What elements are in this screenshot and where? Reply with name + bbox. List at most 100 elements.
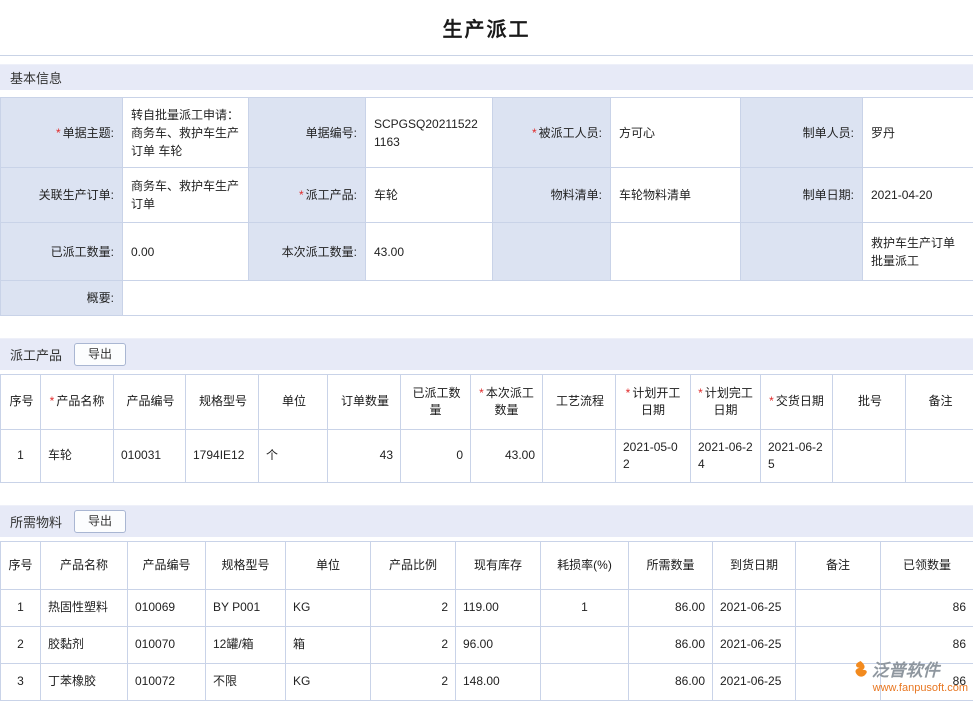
cell-batch	[833, 430, 906, 483]
cell-dispatched-qty: 0	[401, 430, 471, 483]
basic-info-row-2: 关联生产订单: 商务车、救护车生产订单 *派工产品: 车轮 物料清单: 车轮物料…	[1, 168, 973, 223]
cell-spec: 12罐/箱	[206, 627, 286, 664]
cell-stock: 96.00	[456, 627, 541, 664]
cell-product-code: 010072	[128, 664, 206, 701]
creator-label: 制单人员:	[741, 98, 863, 168]
dispatch-products-export-button[interactable]: 导出	[74, 343, 126, 365]
col-unit: 单位	[259, 375, 328, 430]
basic-info-section-header: 基本信息	[0, 64, 973, 90]
bom-value: 车轮物料清单	[611, 168, 741, 223]
cell-product-code: 010070	[128, 627, 206, 664]
cell-product-name: 丁苯橡胶	[41, 664, 128, 701]
col-process: 工艺流程	[543, 375, 616, 430]
col-label: 规格型号	[199, 394, 247, 408]
col-seq: 序号	[1, 375, 41, 430]
cell-unit: KG	[286, 664, 371, 701]
col-spec: 规格型号	[206, 542, 286, 590]
col-label: 已派工数量	[412, 386, 460, 417]
assignee-value: 方可心	[611, 98, 741, 168]
cell-received-qty: 86	[881, 590, 973, 627]
cell-required-qty: 86.00	[629, 664, 713, 701]
col-current-qty: *本次派工数量	[471, 375, 543, 430]
cell-stock: 119.00	[456, 590, 541, 627]
creator-value: 罗丹	[863, 98, 973, 168]
summary-value	[123, 281, 973, 316]
watermark-url: www.fanpusoft.com	[873, 682, 968, 694]
production-dispatch-page: 生产派工 基本信息 * 单据主题: 转自批量派工申请：商务车、救护车生产订单 车轮…	[0, 0, 973, 710]
col-stock: 现有库存	[456, 542, 541, 590]
basic-info-title: 基本信息	[10, 68, 62, 87]
cell-ratio: 2	[371, 590, 456, 627]
dispatched-qty-value: 0.00	[123, 223, 249, 281]
cell-seq: 1	[1, 590, 41, 627]
product-value: 车轮	[366, 168, 493, 223]
cell-plan-start: 2021-05-02	[616, 430, 691, 483]
col-spec: 规格型号	[186, 375, 259, 430]
empty-label-cell	[741, 223, 863, 281]
col-arrival-date: 到货日期	[713, 542, 796, 590]
current-qty-value: 43.00	[366, 223, 493, 281]
cell-product-code: 010031	[114, 430, 186, 483]
cell-loss-rate: 1	[541, 590, 629, 627]
create-date-value: 2021-04-20	[863, 168, 973, 223]
col-plan-end: *计划完工日期	[691, 375, 761, 430]
basic-info-table: * 单据主题: 转自批量派工申请：商务车、救护车生产订单 车轮 单据编号: SCP…	[0, 97, 973, 316]
fanpu-logo-icon	[851, 660, 870, 682]
material-row: 1 热固性塑料 010069 BY P001 KG 2 119.00 1 86.…	[1, 590, 973, 627]
cell-ratio: 2	[371, 664, 456, 701]
col-seq: 序号	[1, 542, 41, 590]
materials-header-row: 序号 产品名称 产品编号 规格型号 单位 产品比例 现有库存 耗损率(%) 所需…	[1, 542, 973, 590]
col-label: 本次派工数量	[486, 386, 534, 417]
current-qty-label: 本次派工数量:	[249, 223, 366, 281]
cell-spec: 1794IE12	[186, 430, 259, 483]
cell-current-qty: 43.00	[471, 430, 543, 483]
col-batch: 批号	[833, 375, 906, 430]
related-order-value: 商务车、救护车生产订单	[123, 168, 249, 223]
cell-plan-end: 2021-06-24	[691, 430, 761, 483]
cell-product-name: 热固性塑料	[41, 590, 128, 627]
col-label: 计划开工日期	[632, 386, 680, 417]
materials-export-button[interactable]: 导出	[74, 510, 126, 532]
basic-info-row-4: 概要:	[1, 281, 973, 316]
cell-order-qty: 43	[328, 430, 401, 483]
subject-value: 转自批量派工申请：商务车、救护车生产订单 车轮	[123, 98, 249, 168]
material-row: 2 胶黏剂 010070 12罐/箱 箱 2 96.00 86.00 2021-…	[1, 627, 973, 664]
cell-remark	[796, 590, 881, 627]
vendor-watermark: 泛普软件 www.fanpusoft.com	[851, 660, 968, 694]
cell-remark	[796, 627, 881, 664]
cell-remark	[906, 430, 973, 483]
doc-no-label: 单据编号:	[249, 98, 366, 168]
col-product-code: 产品编号	[128, 542, 206, 590]
materials-section-header: 所需物料 导出	[0, 505, 973, 537]
col-product-code: 产品编号	[114, 375, 186, 430]
cell-seq: 3	[1, 664, 41, 701]
doc-no-value: SCPGSQ202115221163	[366, 98, 493, 168]
required-asterisk: *	[50, 394, 55, 408]
title-bar: 生产派工	[0, 0, 973, 56]
cell-loss-rate	[541, 664, 629, 701]
col-order-qty: 订单数量	[328, 375, 401, 430]
cell-ratio: 2	[371, 627, 456, 664]
col-loss-rate: 耗损率(%)	[541, 542, 629, 590]
related-order-label: 关联生产订单:	[1, 168, 123, 223]
cell-product-name: 胶黏剂	[41, 627, 128, 664]
dispatch-product-row: 1 车轮 010031 1794IE12 个 43 0 43.00 2021-0…	[1, 430, 973, 483]
subject-label: 单据主题:	[63, 126, 114, 140]
empty-value-cell	[611, 223, 741, 281]
cell-required-qty: 86.00	[629, 590, 713, 627]
col-product-name: 产品名称	[41, 542, 128, 590]
cell-stock: 148.00	[456, 664, 541, 701]
required-asterisk: *	[532, 126, 537, 140]
required-asterisk: *	[626, 386, 631, 400]
cell-arrival-date: 2021-06-25	[713, 664, 796, 701]
col-label: 产品编号	[126, 394, 174, 408]
cell-arrival-date: 2021-06-25	[713, 590, 796, 627]
dispatch-products-title: 派工产品	[10, 345, 62, 364]
cell-arrival-date: 2021-06-25	[713, 627, 796, 664]
required-asterisk: *	[698, 386, 703, 400]
dispatched-qty-label: 已派工数量:	[1, 223, 123, 281]
col-plan-start: *计划开工日期	[616, 375, 691, 430]
col-label: 单位	[282, 394, 306, 408]
col-unit: 单位	[286, 542, 371, 590]
col-remark: 备注	[796, 542, 881, 590]
